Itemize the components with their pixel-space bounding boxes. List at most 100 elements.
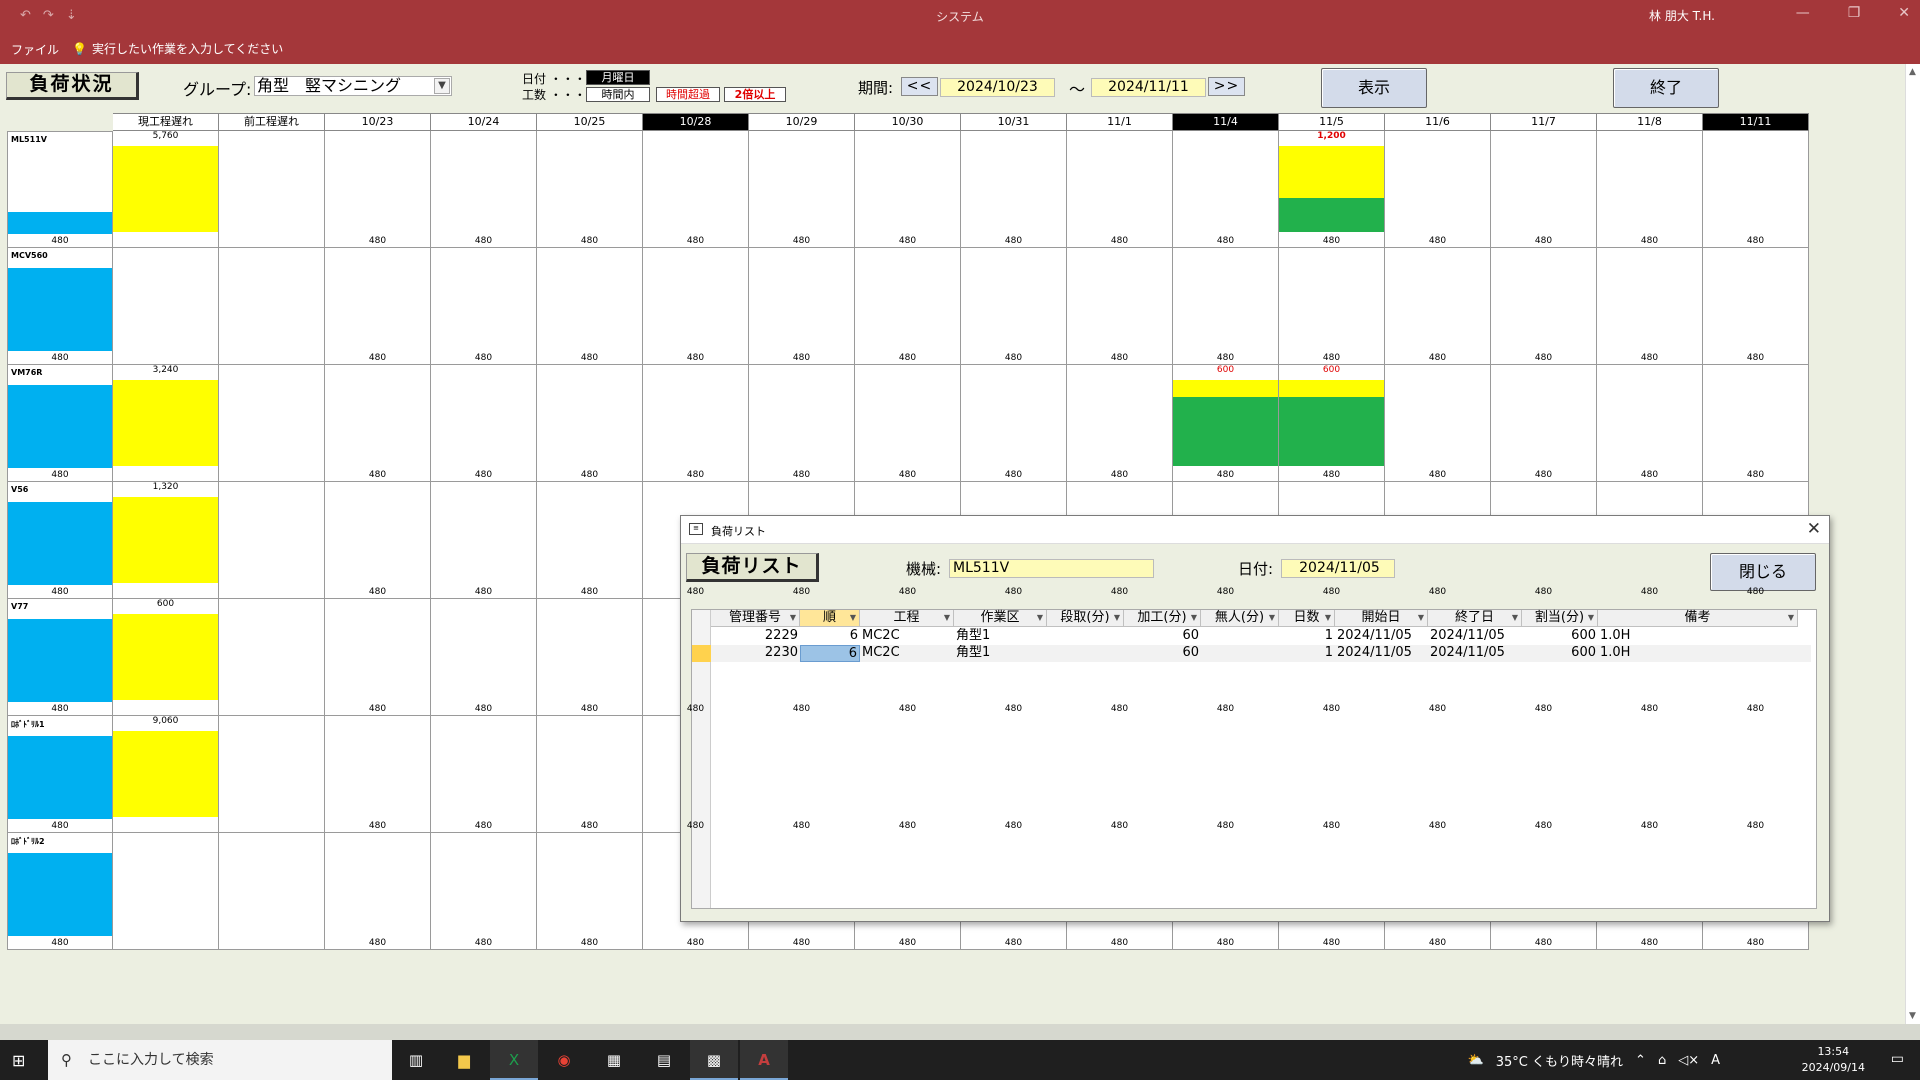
load-cell[interactable]: 480 [325,248,431,365]
load-cell[interactable] [219,482,325,599]
load-cell[interactable]: 480 [855,131,961,248]
weather-text[interactable]: 35°C くもり時々晴れ [1496,1051,1623,1070]
table-cell[interactable]: 600 [1522,645,1598,662]
next-period-button[interactable]: >> [1208,77,1245,96]
load-cell[interactable]: 480 [537,599,643,716]
group-combo[interactable]: 角型 竪マシニング ▼ [254,76,452,96]
table-cell[interactable] [1201,645,1279,662]
load-cell[interactable] [113,833,219,950]
table-cell[interactable]: 60 [1124,645,1201,662]
load-cell[interactable]: 480 [325,599,431,716]
table-cell[interactable]: 600 [1522,628,1598,645]
filter-dropdown-icon[interactable]: ▼ [1037,610,1043,626]
load-cell[interactable]: 480 [1491,131,1597,248]
restore-icon[interactable]: ❐ [1848,5,1861,21]
notification-icon[interactable]: ▭ [1891,1051,1904,1067]
machine-row-header[interactable]: V56 480 [7,482,113,599]
load-cell[interactable]: 480 [855,248,961,365]
minimize-icon[interactable]: — [1796,5,1810,21]
column-header[interactable]: 作業区 ▼ [954,610,1047,627]
column-header[interactable]: 加工(分) ▼ [1124,610,1201,627]
filter-dropdown-icon[interactable]: ▼ [1588,610,1594,626]
load-cell[interactable]: 480 [961,248,1067,365]
load-cell[interactable]: 480 [1279,248,1385,365]
column-header[interactable]: 順 ▼ [800,610,860,627]
table-cell[interactable]: 角型1 [954,628,1047,645]
table-cell[interactable]: 2024/11/05 [1335,628,1428,645]
table-cell[interactable]: 1 [1279,628,1335,645]
table-cell[interactable] [1047,628,1124,645]
scroll-down-icon[interactable]: ▼ [1909,1011,1916,1021]
column-header[interactable]: 工程 ▼ [860,610,954,627]
load-cell[interactable]: 480 [431,833,537,950]
load-cell[interactable]: 480 [1385,131,1491,248]
load-cell[interactable]: 480 [1067,248,1173,365]
load-cell[interactable]: 480 [961,365,1067,482]
load-cell[interactable]: 480 [1067,365,1173,482]
machine-row-header[interactable]: MCV560 480 [7,248,113,365]
load-cell[interactable]: 600 [113,599,219,716]
load-cell[interactable]: 480 [749,248,855,365]
load-cell[interactable]: 480 [537,248,643,365]
load-cell[interactable]: 480 [431,131,537,248]
load-cell[interactable]: 480 [431,716,537,833]
excel-icon[interactable]: X [490,1040,538,1080]
table-row[interactable]: 2229 6 MC2C 角型1 60 1 2024/11/05 2024/11/05 600 1.… [711,628,1811,645]
load-cell[interactable] [219,599,325,716]
table-cell[interactable]: 1.0H [1598,628,1798,645]
load-cell[interactable]: 480 [749,131,855,248]
app-grid-icon[interactable]: ▦ [590,1040,638,1080]
column-header[interactable]: 終了日 ▼ [1428,610,1522,627]
filter-dropdown-icon[interactable]: ▼ [1788,610,1794,626]
machine-field[interactable]: ML511V [949,559,1154,578]
load-cell[interactable]: 480 [537,482,643,599]
load-cell[interactable]: 3,240 [113,365,219,482]
load-cell[interactable] [219,248,325,365]
load-cell[interactable]: 5,760 [113,131,219,248]
load-cell[interactable]: 1,320 [113,482,219,599]
table-cell[interactable]: 6 [800,645,860,662]
filter-dropdown-icon[interactable]: ▼ [1325,610,1331,626]
column-header[interactable]: 段取(分) ▼ [1047,610,1124,627]
column-header[interactable]: 無人(分) ▼ [1201,610,1279,627]
chevron-down-icon[interactable]: ▼ [434,78,450,94]
filter-dropdown-icon[interactable]: ▼ [1418,610,1424,626]
app-tiles-icon[interactable]: ▩ [690,1040,738,1080]
machine-row-header[interactable]: ﾛﾎﾞﾄﾞﾘﾙ1 480 [7,716,113,833]
table-cell[interactable] [1201,628,1279,645]
load-cell[interactable]: 480 [749,365,855,482]
date-field[interactable]: 2024/11/05 [1281,559,1395,578]
load-cell[interactable]: 480 [1173,248,1279,365]
chrome-icon[interactable]: ◉ [540,1040,588,1080]
load-cell[interactable]: 480 [537,716,643,833]
load-cell[interactable]: 480 [431,599,537,716]
record-selector[interactable] [692,628,711,645]
load-cell[interactable]: 480 [325,365,431,482]
load-cell[interactable]: 480 [1491,365,1597,482]
load-cell[interactable]: 480 [1703,131,1809,248]
close-window-icon[interactable]: ✕ [1898,5,1910,21]
load-cell[interactable]: 480 [1173,131,1279,248]
load-cell[interactable]: 480 [325,833,431,950]
network-icon[interactable]: ⌂ [1658,1053,1666,1068]
column-header[interactable]: 割当(分) ▼ [1522,610,1598,627]
scroll-up-icon[interactable]: ▲ [1909,67,1916,77]
load-cell[interactable]: 480 [537,131,643,248]
file-explorer-icon[interactable]: ▆ [440,1040,488,1080]
load-cell[interactable]: 9,060 [113,716,219,833]
load-cell[interactable]: 480 [325,131,431,248]
machine-row-header[interactable]: ML511V 480 [7,131,113,248]
task-view-icon[interactable]: ▥ [392,1040,440,1080]
record-selector[interactable] [692,645,711,662]
load-cell[interactable]: 480 [325,716,431,833]
machine-row-header[interactable]: ﾛﾎﾞﾄﾞﾘﾙ2 480 [7,833,113,950]
filter-dropdown-icon[interactable]: ▼ [944,610,950,626]
table-cell[interactable]: 6 [800,628,860,645]
filter-dropdown-icon[interactable]: ▼ [1114,610,1120,626]
filter-dropdown-icon[interactable]: ▼ [1512,610,1518,626]
column-header[interactable]: 開始日 ▼ [1335,610,1428,627]
machine-row-header[interactable]: V77 480 [7,599,113,716]
user-name[interactable]: 林 朋大 T.H. [1649,7,1715,24]
load-cell[interactable]: 480 [431,248,537,365]
load-cell[interactable]: 480 [643,131,749,248]
